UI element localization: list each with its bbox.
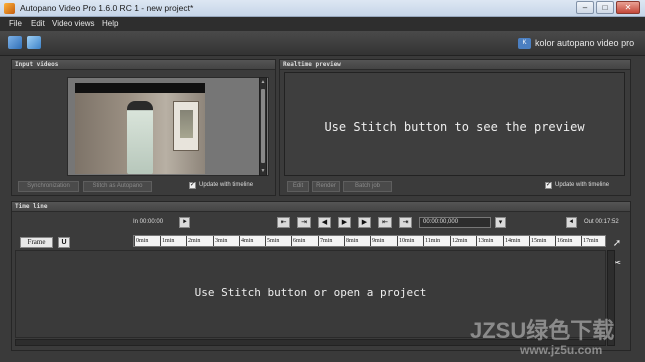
ruler-tick: 15min — [529, 236, 546, 246]
input-videos-header: Input videos — [12, 60, 275, 70]
ruler-tick: 5min — [265, 236, 279, 246]
play-icon[interactable]: ▶ — [338, 217, 351, 228]
close-button[interactable]: ✕ — [616, 1, 640, 14]
menu-file[interactable]: File — [9, 19, 22, 28]
maximize-button[interactable]: □ — [596, 1, 614, 14]
ruler-tick: 9min — [370, 236, 384, 246]
ruler-tick: 11min — [423, 236, 440, 246]
ruler-tick: 3min — [213, 236, 227, 246]
input-video-viewer[interactable] — [67, 77, 269, 176]
menu-bar: File Edit Video views Help — [0, 17, 645, 31]
scroll-down-icon[interactable]: ▼ — [260, 168, 266, 174]
person-figure — [127, 101, 153, 174]
ruler-tick: 0min — [134, 236, 148, 246]
edit-button[interactable]: Edit — [287, 181, 309, 192]
ruler-tick: 6min — [291, 236, 305, 246]
ruler-tick: 4min — [239, 236, 253, 246]
toolbar: K kolor autopano video pro — [0, 31, 645, 56]
menu-edit[interactable]: Edit — [31, 19, 45, 28]
menu-video-views[interactable]: Video views — [52, 19, 95, 28]
frame-button[interactable]: Frame — [20, 237, 53, 248]
brand-text: kolor autopano video pro — [535, 38, 635, 48]
time-dropdown-icon[interactable]: ▾ — [495, 217, 506, 228]
kolor-brand: K kolor autopano video pro — [518, 37, 635, 51]
ruler-tick: 17min — [581, 236, 598, 246]
ruler-tick: 13min — [476, 236, 493, 246]
ruler-tick: 7min — [318, 236, 332, 246]
batch-job-button[interactable]: Batch job — [343, 181, 392, 192]
ruler-tick: 8min — [344, 236, 358, 246]
scrollbar-thumb[interactable] — [261, 89, 265, 163]
u-button[interactable]: U — [58, 237, 70, 248]
timeline-header: Time line — [12, 202, 630, 212]
ruler-tick: 12min — [450, 236, 467, 246]
input-videos-scrollbar[interactable]: ▲ ▼ — [259, 77, 267, 176]
preview-update-checkbox[interactable]: ✓ — [545, 182, 552, 189]
preview-viewer: Use Stitch button to see the preview — [284, 72, 625, 176]
set-out-button[interactable]: ⯇ — [566, 217, 577, 228]
window-title: Autopano Video Pro 1.6.0 RC 1 - new proj… — [20, 3, 194, 13]
ruler-tick: 10min — [397, 236, 414, 246]
timeline-ruler[interactable]: 0min 1min 2min 3min 4min 5min 6min 7min … — [133, 235, 606, 247]
app-icon — [4, 3, 15, 14]
input-update-label: Update with timeline — [199, 182, 254, 188]
previous-keyframe-icon[interactable]: ⇥ — [297, 217, 311, 228]
stitch-button[interactable]: Stitch as Autopano — [83, 181, 152, 192]
in-time-label: In 00:00:00 — [133, 219, 164, 225]
menu-help[interactable]: Help — [102, 19, 118, 28]
step-back-icon[interactable]: ◀ — [318, 217, 331, 228]
ruler-tick: 16min — [555, 236, 572, 246]
scroll-up-icon[interactable]: ▲ — [260, 79, 266, 85]
synchronization-button[interactable]: Synchronization — [18, 181, 79, 192]
preview-update-label: Update with timeline — [555, 182, 610, 188]
out-time-label: Out 00:17:52 — [584, 219, 619, 225]
folder-video-icon[interactable] — [8, 36, 22, 49]
wall-scroll-art — [173, 101, 199, 151]
new-project-icon[interactable] — [27, 36, 41, 49]
video-thumbnail — [75, 83, 205, 174]
step-forward-icon[interactable]: ▶ — [358, 217, 371, 228]
preview-message: Use Stitch button to see the preview — [324, 120, 585, 134]
ruler-tick: 2min — [186, 236, 200, 246]
realtime-preview-header: Realtime preview — [280, 60, 630, 70]
title-bar: Autopano Video Pro 1.6.0 RC 1 - new proj… — [0, 0, 645, 17]
select-cursor-icon[interactable]: ➚ — [611, 238, 623, 250]
current-time-field[interactable]: 00:00:00,000 — [419, 217, 491, 228]
watermark-url: www.jz5u.com — [520, 343, 603, 357]
timeline-message: Use Stitch button or open a project — [194, 286, 427, 299]
render-button[interactable]: Render — [312, 181, 340, 192]
ruler-tick: 1min — [160, 236, 174, 246]
ruler-tick: 14min — [503, 236, 520, 246]
minimize-button[interactable]: – — [576, 1, 594, 14]
watermark-logo-text: JZSU绿色下载 — [470, 318, 615, 343]
next-keyframe-icon[interactable]: ⇤ — [378, 217, 392, 228]
go-to-in-icon[interactable]: ⇤ — [277, 217, 290, 228]
set-in-button[interactable]: ⯈ — [179, 217, 190, 228]
input-update-checkbox[interactable]: ✓ — [189, 182, 196, 189]
go-to-out-icon[interactable]: ⇥ — [399, 217, 412, 228]
